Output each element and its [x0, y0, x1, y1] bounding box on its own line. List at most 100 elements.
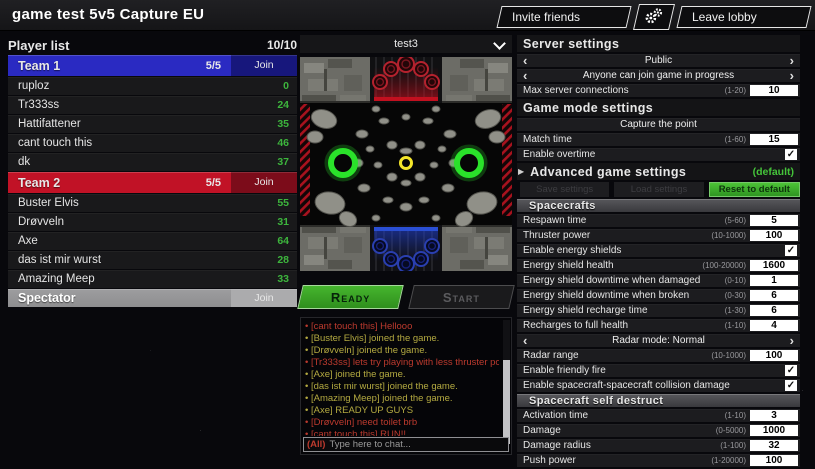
map-selector[interactable]: test3: [300, 35, 512, 53]
setting-row: Thruster power(10-1000): [517, 229, 800, 242]
setting-value-input[interactable]: [750, 215, 798, 226]
setting-row: Push power(1-20000): [517, 454, 800, 467]
player-name: ruploz: [8, 80, 49, 92]
settings-section-header: Game mode settings: [517, 99, 800, 116]
player-count: 10/10: [267, 38, 297, 52]
next-arrow[interactable]: ›: [784, 54, 800, 67]
setting-row: Enable overtime✓: [517, 148, 800, 161]
setting-value-input[interactable]: [750, 320, 798, 331]
setting-value-input[interactable]: [750, 425, 798, 436]
player-name: Buster Elvis: [8, 197, 79, 209]
player-row: Hattifattener35: [8, 115, 297, 133]
setting-range: (1-20000): [711, 456, 746, 465]
setting-value-input[interactable]: [750, 230, 798, 241]
chat-message: • [Tr333ss] lets try playing with less t…: [305, 357, 499, 369]
prev-arrow[interactable]: ‹: [517, 54, 533, 67]
setting-value-input[interactable]: [750, 290, 798, 301]
player-name: Amazing Meep: [8, 273, 95, 285]
player-row: Amazing Meep33: [8, 270, 297, 288]
default-tag: (default): [753, 166, 800, 178]
setting-row: Energy shield recharge time(1-30): [517, 304, 800, 317]
spectator-header: SpectatorJoin: [8, 289, 297, 307]
setting-value-input[interactable]: [750, 305, 798, 316]
setting-value-input[interactable]: [750, 275, 798, 286]
player-list-panel: Player list 10/10 Team 15/5Joinruploz0Tr…: [8, 35, 297, 308]
setting-range: (1-20): [725, 86, 746, 95]
chat-message: • [Axe] joined the game.: [305, 369, 499, 381]
player-row: Buster Elvis55: [8, 194, 297, 212]
setting-value-input[interactable]: [750, 85, 798, 96]
setting-row: Enable friendly fire✓: [517, 364, 800, 377]
setting-value-input[interactable]: [750, 455, 798, 466]
selector-value: Anyone can join game in progress: [533, 70, 783, 81]
setting-range: (0-30): [725, 291, 746, 300]
setting-value-input[interactable]: [750, 260, 798, 271]
settings-section-header: ▶Advanced game settings(default): [517, 163, 800, 180]
player-score: 37: [277, 156, 297, 168]
team-slots: 5/5: [206, 177, 231, 189]
setting-value-input[interactable]: [750, 134, 798, 145]
setting-value-input[interactable]: [750, 350, 798, 361]
setting-value-input[interactable]: [750, 440, 798, 451]
chat-message: • [das ist mir wurst] joined the game.: [305, 381, 499, 393]
player-row: cant touch this46: [8, 134, 297, 152]
setting-value-input[interactable]: [750, 410, 798, 421]
start-button[interactable]: Start: [408, 285, 515, 309]
expander-icon[interactable]: ▶: [517, 167, 524, 176]
settings-gear-button[interactable]: [633, 4, 675, 30]
player-row: Tr333ss24: [8, 96, 297, 114]
chat-scrollbar-thumb[interactable]: [503, 360, 510, 444]
prev-arrow[interactable]: ‹: [517, 69, 533, 82]
map-preview-image: [300, 57, 512, 271]
setting-range: (0-5000): [716, 426, 746, 435]
leave-lobby-label: Leave lobby: [692, 10, 757, 24]
team-header: Team 15/5Join: [8, 55, 297, 76]
chevron-down-icon: [493, 37, 506, 50]
player-score: 35: [277, 118, 297, 130]
setting-label: Push power: [517, 455, 711, 466]
leave-lobby-button[interactable]: Leave lobby: [676, 6, 811, 28]
selector-value: Capture the point: [517, 119, 800, 130]
chat-message: • [Drøvveln] need toilet brb: [305, 417, 499, 429]
settings-section-header: Server settings: [517, 35, 800, 52]
setting-row: Respawn time(5-60): [517, 214, 800, 227]
player-score: 28: [277, 254, 297, 266]
spectator-join-button[interactable]: Join: [231, 289, 297, 307]
player-row: das ist mir wurst 28: [8, 251, 297, 269]
gear-icon: [645, 8, 663, 27]
prev-arrow[interactable]: ‹: [517, 334, 533, 347]
chat-channel-label: (All): [307, 439, 325, 450]
setting-selector: ‹Public›: [517, 54, 800, 67]
next-arrow[interactable]: ›: [784, 334, 800, 347]
start-label: Start: [443, 290, 480, 305]
team-join-button[interactable]: Join: [231, 172, 297, 193]
reset-to-default-button[interactable]: Reset to default: [709, 182, 800, 197]
ready-label: Ready: [331, 290, 370, 305]
setting-row: Activation time(1-10): [517, 409, 800, 422]
ready-button[interactable]: Ready: [297, 285, 404, 309]
top-bar: game test 5v5 Capture EU Invite friends …: [0, 0, 815, 31]
team-join-button[interactable]: Join: [231, 55, 297, 76]
setting-label: Max server connections: [517, 85, 725, 96]
player-name: Drøvveln: [8, 216, 64, 228]
chat-input[interactable]: [329, 439, 505, 450]
player-name: das ist mir wurst: [8, 254, 101, 266]
player-name: cant touch this: [8, 137, 92, 149]
section-title: Advanced game settings: [524, 165, 752, 179]
invite-friends-label: Invite friends: [512, 10, 580, 24]
player-score: 31: [277, 216, 297, 228]
invite-friends-button[interactable]: Invite friends: [496, 6, 631, 28]
checkbox[interactable]: ✓: [785, 380, 797, 391]
setting-label: Energy shield downtime when broken: [517, 290, 725, 301]
player-name: Tr333ss: [8, 99, 59, 111]
setting-label: Enable friendly fire: [517, 365, 785, 376]
save-settings-button: Save settings: [520, 182, 609, 197]
setting-label: Thruster power: [517, 230, 711, 241]
checkbox[interactable]: ✓: [785, 245, 797, 256]
setting-label: Respawn time: [517, 215, 725, 226]
checkbox[interactable]: ✓: [785, 365, 797, 376]
checkbox[interactable]: ✓: [785, 149, 797, 160]
player-score: 0: [283, 80, 297, 92]
setting-selector: Capture the point: [517, 118, 800, 131]
next-arrow[interactable]: ›: [784, 69, 800, 82]
